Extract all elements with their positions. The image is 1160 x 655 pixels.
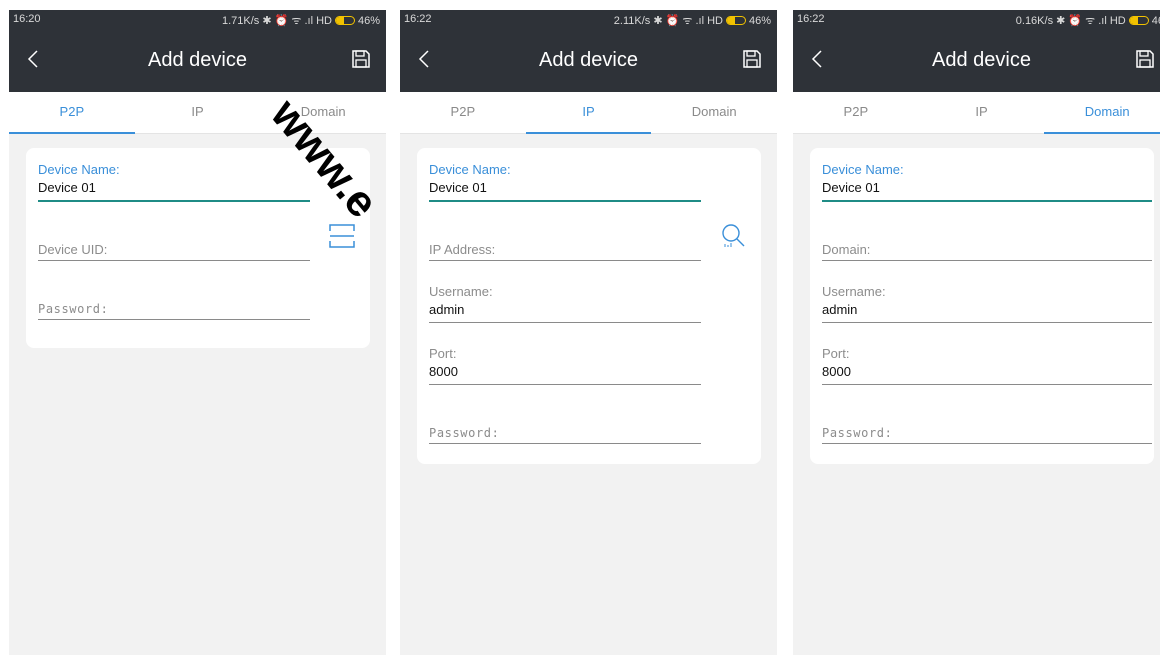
username-field[interactable]: Username: admin — [429, 284, 701, 323]
port-label: Port: — [822, 346, 850, 361]
device-name-label: Device Name: — [429, 162, 511, 177]
username-value[interactable]: admin — [822, 302, 1152, 319]
status-time: 16:20 — [13, 13, 41, 25]
status-right: 1.71K/s ✱ ⏰ ᯤ .ıl HD 46% — [222, 13, 380, 28]
device-name-label: Device Name: — [822, 162, 904, 177]
battery-icon — [334, 16, 355, 25]
device-name-label: Device Name: — [38, 162, 120, 177]
input-underline — [38, 200, 310, 202]
save-floppy-icon[interactable] — [1134, 48, 1156, 70]
input-underline — [822, 384, 1152, 385]
page-title: Add device — [148, 49, 247, 71]
app-header: Add device — [793, 28, 1160, 92]
tab-domain[interactable]: Domain — [260, 92, 386, 133]
save-floppy-icon[interactable] — [350, 48, 372, 70]
device-uid-field[interactable]: Device UID: — [38, 242, 310, 261]
ip-address-label: IP Address: — [429, 242, 496, 257]
password-field[interactable]: Password: — [38, 302, 310, 320]
form-card: Device Name: Device 01 Device UID: Passw… — [26, 148, 370, 348]
domain-field[interactable]: Domain: — [822, 242, 1152, 261]
domain-label: Domain: — [822, 242, 871, 257]
device-name-field[interactable]: Device Name: Device 01 — [38, 162, 310, 202]
input-underline — [429, 200, 701, 202]
device-uid-label: Device UID: — [38, 242, 108, 257]
form-card: Device Name: Device 01 IP Address: Usern… — [417, 148, 761, 464]
input-underline — [822, 260, 1152, 261]
password-field[interactable]: Password: — [822, 426, 1152, 444]
device-name-field[interactable]: Device Name: Device 01 — [822, 162, 1152, 202]
tab-p2p[interactable]: P2P — [793, 92, 919, 133]
search-device-icon[interactable] — [719, 222, 747, 250]
page-title: Add device — [539, 49, 638, 71]
status-battery: 46 — [1151, 14, 1160, 27]
password-label: Password: — [429, 426, 500, 440]
screen-domain: 16:22 0.16K/s ✱ ⏰ ᯤ .ıl HD 46 Add device… — [793, 10, 1160, 655]
battery-icon — [1128, 16, 1149, 25]
username-field[interactable]: Username: admin — [822, 284, 1152, 323]
screen-p2p: 16:20 1.71K/s ✱ ⏰ ᯤ .ıl HD 46% Add devic… — [9, 10, 386, 655]
input-underline — [822, 200, 1152, 202]
status-bar: 16:22 0.16K/s ✱ ⏰ ᯤ .ıl HD 46 — [793, 10, 1160, 28]
status-bar: 16:22 2.11K/s ✱ ⏰ ᯤ .ıl HD 46% — [400, 10, 777, 28]
tab-domain[interactable]: Domain — [651, 92, 777, 133]
status-battery: 46% — [748, 14, 771, 27]
password-field[interactable]: Password: — [429, 426, 701, 444]
device-name-field[interactable]: Device Name: Device 01 — [429, 162, 701, 202]
password-label: Password: — [822, 426, 893, 440]
status-battery: 46% — [357, 14, 380, 27]
input-underline — [429, 384, 701, 385]
page-title: Add device — [932, 49, 1031, 71]
password-label: Password: — [38, 302, 109, 316]
tab-ip[interactable]: IP — [919, 92, 1045, 133]
input-underline — [429, 322, 701, 323]
device-name-value[interactable]: Device 01 — [822, 180, 1152, 197]
username-label: Username: — [429, 284, 493, 299]
input-underline — [38, 319, 310, 320]
status-network: 2.11K/s ✱ ⏰ ᯤ .ıl HD — [613, 15, 723, 27]
status-network: 1.71K/s ✱ ⏰ ᯤ .ıl HD — [221, 15, 332, 27]
status-right: 0.16K/s ✱ ⏰ ᯤ .ıl HD 46 — [1016, 13, 1160, 28]
status-time: 16:22 — [797, 13, 825, 25]
port-value[interactable]: 8000 — [822, 364, 1152, 381]
port-field[interactable]: Port: 8000 — [822, 346, 1152, 385]
tab-p2p[interactable]: P2P — [400, 92, 526, 133]
battery-icon — [725, 16, 746, 25]
ip-address-field[interactable]: IP Address: — [429, 242, 701, 261]
status-bar: 16:20 1.71K/s ✱ ⏰ ᯤ .ıl HD 46% — [9, 10, 386, 28]
status-right: 2.11K/s ✱ ⏰ ᯤ .ıl HD 46% — [614, 13, 771, 28]
tab-p2p[interactable]: P2P — [9, 92, 135, 134]
status-network: 0.16K/s ✱ ⏰ ᯤ .ıl HD — [1015, 15, 1126, 27]
input-underline — [822, 443, 1152, 444]
input-underline — [429, 260, 701, 261]
username-label: Username: — [822, 284, 886, 299]
status-time: 16:22 — [404, 13, 432, 25]
form-card: Device Name: Device 01 Domain: Username:… — [810, 148, 1154, 464]
save-floppy-icon[interactable] — [741, 48, 763, 70]
tab-bar: P2P IP Domain — [9, 92, 386, 134]
port-field[interactable]: Port: 8000 — [429, 346, 701, 385]
tab-bar: P2P IP Domain — [400, 92, 777, 134]
username-value[interactable]: admin — [429, 302, 701, 319]
qr-scan-icon[interactable] — [328, 222, 356, 250]
port-label: Port: — [429, 346, 457, 361]
tab-ip[interactable]: IP — [525, 92, 652, 134]
tab-ip[interactable]: IP — [135, 92, 261, 133]
device-name-value[interactable]: Device 01 — [38, 180, 310, 197]
port-value[interactable]: 8000 — [429, 364, 701, 381]
screen-ip: 16:22 2.11K/s ✱ ⏰ ᯤ .ıl HD 46% Add devic… — [400, 10, 777, 655]
device-name-value[interactable]: Device 01 — [429, 180, 701, 197]
tab-domain[interactable]: Domain — [1044, 92, 1160, 134]
input-underline — [38, 260, 310, 261]
input-underline — [429, 443, 701, 444]
tab-bar: P2P IP Domain — [793, 92, 1160, 134]
input-underline — [822, 322, 1152, 323]
app-header: Add device — [400, 28, 777, 92]
app-header: Add device — [9, 28, 386, 92]
